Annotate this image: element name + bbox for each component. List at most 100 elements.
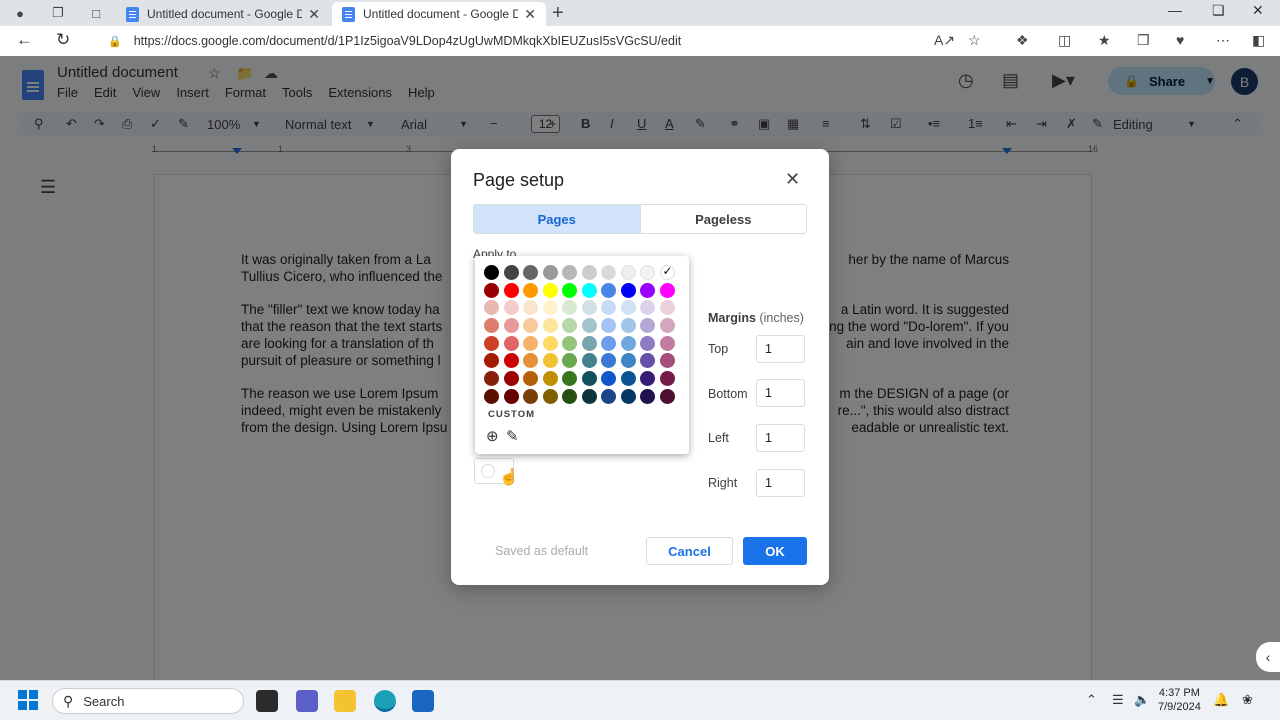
color-swatch-741b47[interactable] xyxy=(659,371,675,387)
color-swatch-ff0000[interactable] xyxy=(503,282,519,298)
color-swatch-d0e0e3[interactable] xyxy=(581,300,597,316)
color-swatch-f6b26b[interactable] xyxy=(523,335,538,351)
color-swatch-c9daf8[interactable] xyxy=(601,300,616,316)
color-swatch-00ffff[interactable] xyxy=(581,282,597,298)
color-swatch-e06666[interactable] xyxy=(503,335,519,351)
color-swatch-e69138[interactable] xyxy=(523,353,538,369)
color-swatch-cc4125[interactable] xyxy=(484,335,499,351)
color-swatch-783f04[interactable] xyxy=(523,388,538,404)
color-swatch-93c47d[interactable] xyxy=(562,335,577,351)
edge-icon[interactable] xyxy=(374,690,396,712)
store-icon[interactable] xyxy=(412,690,434,712)
side-panel-toggle-icon[interactable]: ‹ xyxy=(1256,642,1280,672)
favorites-icon[interactable]: ★ xyxy=(1098,32,1111,49)
color-swatch-e6b8af[interactable] xyxy=(484,300,499,316)
color-swatch-76a5af[interactable] xyxy=(581,335,597,351)
color-swatch-6fa8dc[interactable] xyxy=(620,335,636,351)
workspaces-icon[interactable]: ❐ xyxy=(46,1,70,25)
color-swatch-38761d[interactable] xyxy=(562,371,577,387)
more-options-icon[interactable]: ⋯ xyxy=(1216,32,1230,49)
add-custom-color-icon[interactable]: ⊕ xyxy=(486,427,499,445)
color-swatch-274e13[interactable] xyxy=(562,388,577,404)
top-margin-input[interactable]: 1 xyxy=(756,335,805,363)
extensions-icon[interactable]: ❖ xyxy=(1016,32,1029,49)
color-swatch-4a86e8[interactable] xyxy=(601,282,616,298)
color-swatch-999999[interactable] xyxy=(542,265,558,280)
task-view-icon[interactable] xyxy=(256,690,278,712)
color-swatch-bf9000[interactable] xyxy=(542,371,558,387)
color-swatch-6d9eeb[interactable] xyxy=(601,335,616,351)
color-swatch-3c78d8[interactable] xyxy=(601,353,616,369)
color-swatch-8e7cc3[interactable] xyxy=(640,335,655,351)
color-swatch-f3f3f3[interactable] xyxy=(640,265,655,280)
color-swatch-efefef[interactable] xyxy=(620,265,636,280)
color-swatch-dd7e6b[interactable] xyxy=(484,318,499,334)
close-tab-icon[interactable]: ✕ xyxy=(524,6,536,23)
sidebar-toggle-icon[interactable]: ◧ xyxy=(1252,32,1265,49)
tab-actions-icon[interactable]: □ xyxy=(84,1,108,25)
right-margin-input[interactable]: 1 xyxy=(756,469,805,497)
color-swatch-d9d2e9[interactable] xyxy=(640,300,655,316)
color-swatch-fff2cc[interactable] xyxy=(542,300,558,316)
profile-icon[interactable]: ● xyxy=(8,1,32,25)
color-swatch-0000ff[interactable] xyxy=(620,282,636,298)
color-swatch-351c75[interactable] xyxy=(640,371,655,387)
color-swatch-073763[interactable] xyxy=(620,388,636,404)
color-swatch-000000[interactable] xyxy=(484,265,499,280)
notifications-icon[interactable]: 🔔 xyxy=(1213,692,1229,708)
color-swatch-9900ff[interactable] xyxy=(640,282,655,298)
color-swatch-a2c4c9[interactable] xyxy=(581,318,597,334)
ok-button[interactable]: OK xyxy=(743,537,807,565)
color-swatch-0c343d[interactable] xyxy=(581,388,597,404)
copilot-icon[interactable]: ❀ xyxy=(1242,692,1253,708)
color-swatch-cccccc[interactable] xyxy=(581,265,597,280)
maximize-icon[interactable]: ❏ xyxy=(1212,2,1225,19)
color-swatch-5b0f00[interactable] xyxy=(484,388,499,404)
color-swatch-ffffff[interactable]: ✓ xyxy=(659,264,675,280)
color-swatch-9fc5e8[interactable] xyxy=(620,318,636,334)
color-swatch-3d85c6[interactable] xyxy=(620,353,636,369)
minimize-icon[interactable]: — xyxy=(1168,2,1182,18)
volume-icon[interactable]: 🔈 xyxy=(1134,692,1150,708)
browser-essentials-icon[interactable]: ♥ xyxy=(1176,32,1184,48)
color-swatch-f4cccc[interactable] xyxy=(503,300,519,316)
color-swatch-6aa84f[interactable] xyxy=(562,353,577,369)
close-window-icon[interactable]: ✕ xyxy=(1252,2,1264,19)
color-swatch-f1c232[interactable] xyxy=(542,353,558,369)
color-swatch-85200c[interactable] xyxy=(484,371,499,387)
read-aloud-icon[interactable]: A↗ xyxy=(934,32,955,49)
file-explorer-icon[interactable] xyxy=(334,690,356,712)
cancel-button[interactable]: Cancel xyxy=(646,537,733,565)
color-swatch-134f5c[interactable] xyxy=(581,371,597,387)
color-swatch-d9ead3[interactable] xyxy=(562,300,577,316)
color-swatch-1c4587[interactable] xyxy=(601,388,616,404)
color-swatch-cc0000[interactable] xyxy=(503,353,519,369)
color-swatch-674ea7[interactable] xyxy=(640,353,655,369)
close-icon[interactable]: ✕ xyxy=(785,169,800,190)
color-swatch-d9d9d9[interactable] xyxy=(601,265,616,280)
color-swatch-ff00ff[interactable] xyxy=(659,282,675,298)
taskbar-clock[interactable]: 4:37 PM 7/9/2024 xyxy=(1158,686,1201,714)
color-swatch-a4c2f4[interactable] xyxy=(601,318,616,334)
color-swatch-a61c00[interactable] xyxy=(484,353,499,369)
color-swatch-0b5394[interactable] xyxy=(620,371,636,387)
back-icon[interactable]: ← xyxy=(16,30,33,50)
color-swatch-b6d7a8[interactable] xyxy=(562,318,577,334)
color-swatch-b4a7d6[interactable] xyxy=(640,318,655,334)
color-swatch-ff9900[interactable] xyxy=(523,282,538,298)
color-swatch-ffd966[interactable] xyxy=(542,335,558,351)
split-screen-icon[interactable]: ◫ xyxy=(1058,32,1071,49)
tab-pages[interactable]: Pages xyxy=(474,205,641,233)
new-tab-icon[interactable]: + xyxy=(552,2,564,25)
color-swatch-d5a6bd[interactable] xyxy=(659,318,675,334)
teams-icon[interactable] xyxy=(296,690,318,712)
color-swatch-f9cb9c[interactable] xyxy=(523,318,538,334)
tab-pageless[interactable]: Pageless xyxy=(641,205,807,233)
network-icon[interactable]: ☰ xyxy=(1112,692,1124,708)
show-hidden-icons-icon[interactable]: ⌃ xyxy=(1086,692,1097,708)
collections-icon[interactable]: ❒ xyxy=(1137,32,1150,49)
windows-start-icon[interactable] xyxy=(18,690,38,710)
color-swatch-ffe599[interactable] xyxy=(542,318,558,334)
color-swatch-660000[interactable] xyxy=(503,388,519,404)
color-swatch-666666[interactable] xyxy=(523,265,538,280)
